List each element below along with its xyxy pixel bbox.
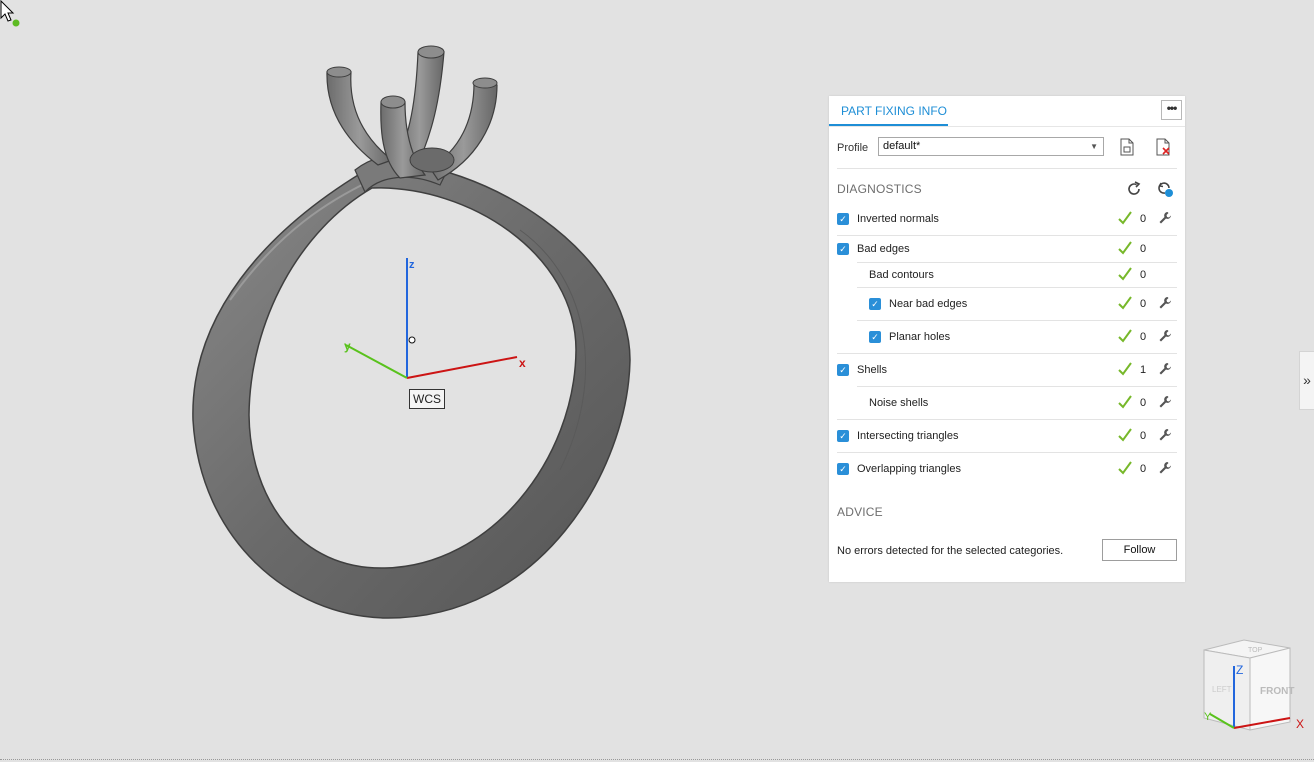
divider xyxy=(837,168,1177,169)
row-count: 0 xyxy=(1140,397,1147,409)
checkbox-shells[interactable]: ✓ xyxy=(837,364,849,376)
row-label: Inverted normals xyxy=(857,213,939,225)
diagnostic-row-shells: ✓ Shells 1 xyxy=(829,361,1185,381)
wrench-icon[interactable] xyxy=(1158,329,1172,343)
profile-label: Profile xyxy=(837,142,869,154)
diagnostic-row-planar-holes: ✓ Planar holes 0 xyxy=(829,328,1185,348)
wrench-icon[interactable] xyxy=(1158,211,1172,225)
row-count: 0 xyxy=(1140,331,1147,343)
y-axis-line xyxy=(345,344,408,379)
checkbox-inverted-normals[interactable]: ✓ xyxy=(837,213,849,225)
view-cube[interactable]: TOP LEFT FRONT Z X Y xyxy=(1198,636,1310,736)
check-icon xyxy=(1118,428,1132,442)
row-label: Planar holes xyxy=(889,331,951,343)
check-icon xyxy=(1118,395,1132,409)
expand-panel-button[interactable]: » xyxy=(1299,351,1314,410)
wrench-icon[interactable] xyxy=(1158,428,1172,442)
chevron-down-icon: ▼ xyxy=(1090,142,1098,151)
row-label: Noise shells xyxy=(869,397,929,409)
row-label: Bad contours xyxy=(869,269,934,281)
view-cube-z-label: Z xyxy=(1236,663,1243,677)
row-count: 0 xyxy=(1140,269,1147,281)
checkbox-near-bad-edges[interactable]: ✓ xyxy=(869,298,881,310)
part-fixing-info-panel: PART FIXING INFO ••• Profile default* ▼ … xyxy=(829,96,1185,582)
delete-profile-icon[interactable] xyxy=(1154,138,1172,156)
divider xyxy=(837,353,1177,354)
diagnostic-row-noise-shells: Noise shells 0 xyxy=(829,394,1185,414)
check-icon xyxy=(1118,267,1132,281)
divider xyxy=(837,452,1177,453)
check-icon xyxy=(1118,241,1132,255)
diagnostic-row-inverted-normals: ✓ Inverted normals 0 xyxy=(829,210,1185,230)
check-icon xyxy=(1118,329,1132,343)
row-count: 0 xyxy=(1140,430,1147,442)
diagnostic-row-near-bad-edges: ✓ Near bad edges 0 xyxy=(829,295,1185,315)
diagnostic-row-bad-edges: ✓ Bad edges 0 xyxy=(829,240,1185,260)
wrench-icon[interactable] xyxy=(1158,362,1172,376)
diagnostic-row-intersecting-triangles: ✓ Intersecting triangles 0 xyxy=(829,427,1185,447)
status-divider xyxy=(0,759,1314,761)
row-count: 0 xyxy=(1140,243,1147,255)
check-icon xyxy=(1118,362,1132,376)
x-axis-label: x xyxy=(519,356,526,370)
checkbox-planar-holes[interactable]: ✓ xyxy=(869,331,881,343)
divider xyxy=(837,419,1177,420)
check-icon xyxy=(1118,296,1132,310)
refresh-icon[interactable] xyxy=(1125,180,1143,198)
divider xyxy=(857,386,1177,387)
row-count: 0 xyxy=(1140,298,1147,310)
view-cube-y-label: Y xyxy=(1204,711,1212,723)
row-count: 1 xyxy=(1140,364,1147,376)
follow-button[interactable]: Follow xyxy=(1102,539,1177,561)
checkbox-intersecting-triangles[interactable]: ✓ xyxy=(837,430,849,442)
row-label: Bad edges xyxy=(857,243,910,255)
diagnostic-row-bad-contours: Bad contours 0 xyxy=(829,266,1185,286)
row-count: 0 xyxy=(1140,463,1147,475)
check-icon xyxy=(1118,461,1132,475)
profile-value: default* xyxy=(883,140,921,152)
diagnostic-row-overlapping-triangles: ✓ Overlapping triangles 0 xyxy=(829,460,1185,480)
tab-part-fixing-info[interactable]: PART FIXING INFO xyxy=(829,96,948,126)
z-axis-label: z xyxy=(409,259,415,271)
wrench-icon[interactable] xyxy=(1158,296,1172,310)
divider xyxy=(837,235,1177,236)
check-icon xyxy=(1118,211,1132,225)
view-cube-front-text: FRONT xyxy=(1260,686,1294,697)
view-cube-top-text: TOP xyxy=(1248,647,1263,654)
more-options-button[interactable]: ••• xyxy=(1161,100,1182,120)
update-settings-icon[interactable] xyxy=(1156,180,1174,198)
checkbox-overlapping-triangles[interactable]: ✓ xyxy=(837,463,849,475)
divider xyxy=(857,320,1177,321)
mouse-cursor-icon xyxy=(0,0,20,27)
tab-divider xyxy=(829,126,1185,127)
advice-text: No errors detected for the selected cate… xyxy=(837,545,1064,557)
view-cube-left-text: LEFT xyxy=(1212,685,1232,694)
checkbox-bad-edges[interactable]: ✓ xyxy=(837,243,849,255)
row-label: Overlapping triangles xyxy=(857,463,961,475)
view-cube-x-label: X xyxy=(1296,717,1304,731)
y-axis-label: y xyxy=(344,339,351,353)
wrench-icon[interactable] xyxy=(1158,461,1172,475)
profile-dropdown[interactable]: default* ▼ xyxy=(878,137,1104,156)
x-axis-line xyxy=(406,356,518,379)
save-profile-icon[interactable] xyxy=(1118,138,1136,156)
divider xyxy=(857,262,1177,263)
row-count: 0 xyxy=(1140,213,1147,225)
wcs-label: WCS xyxy=(409,389,445,409)
row-label: Intersecting triangles xyxy=(857,430,959,442)
row-label: Near bad edges xyxy=(889,298,968,310)
divider xyxy=(857,287,1177,288)
wrench-icon[interactable] xyxy=(1158,395,1172,409)
advice-title: ADVICE xyxy=(837,505,883,519)
diagnostics-title: DIAGNOSTICS xyxy=(837,182,922,196)
row-label: Shells xyxy=(857,364,887,376)
